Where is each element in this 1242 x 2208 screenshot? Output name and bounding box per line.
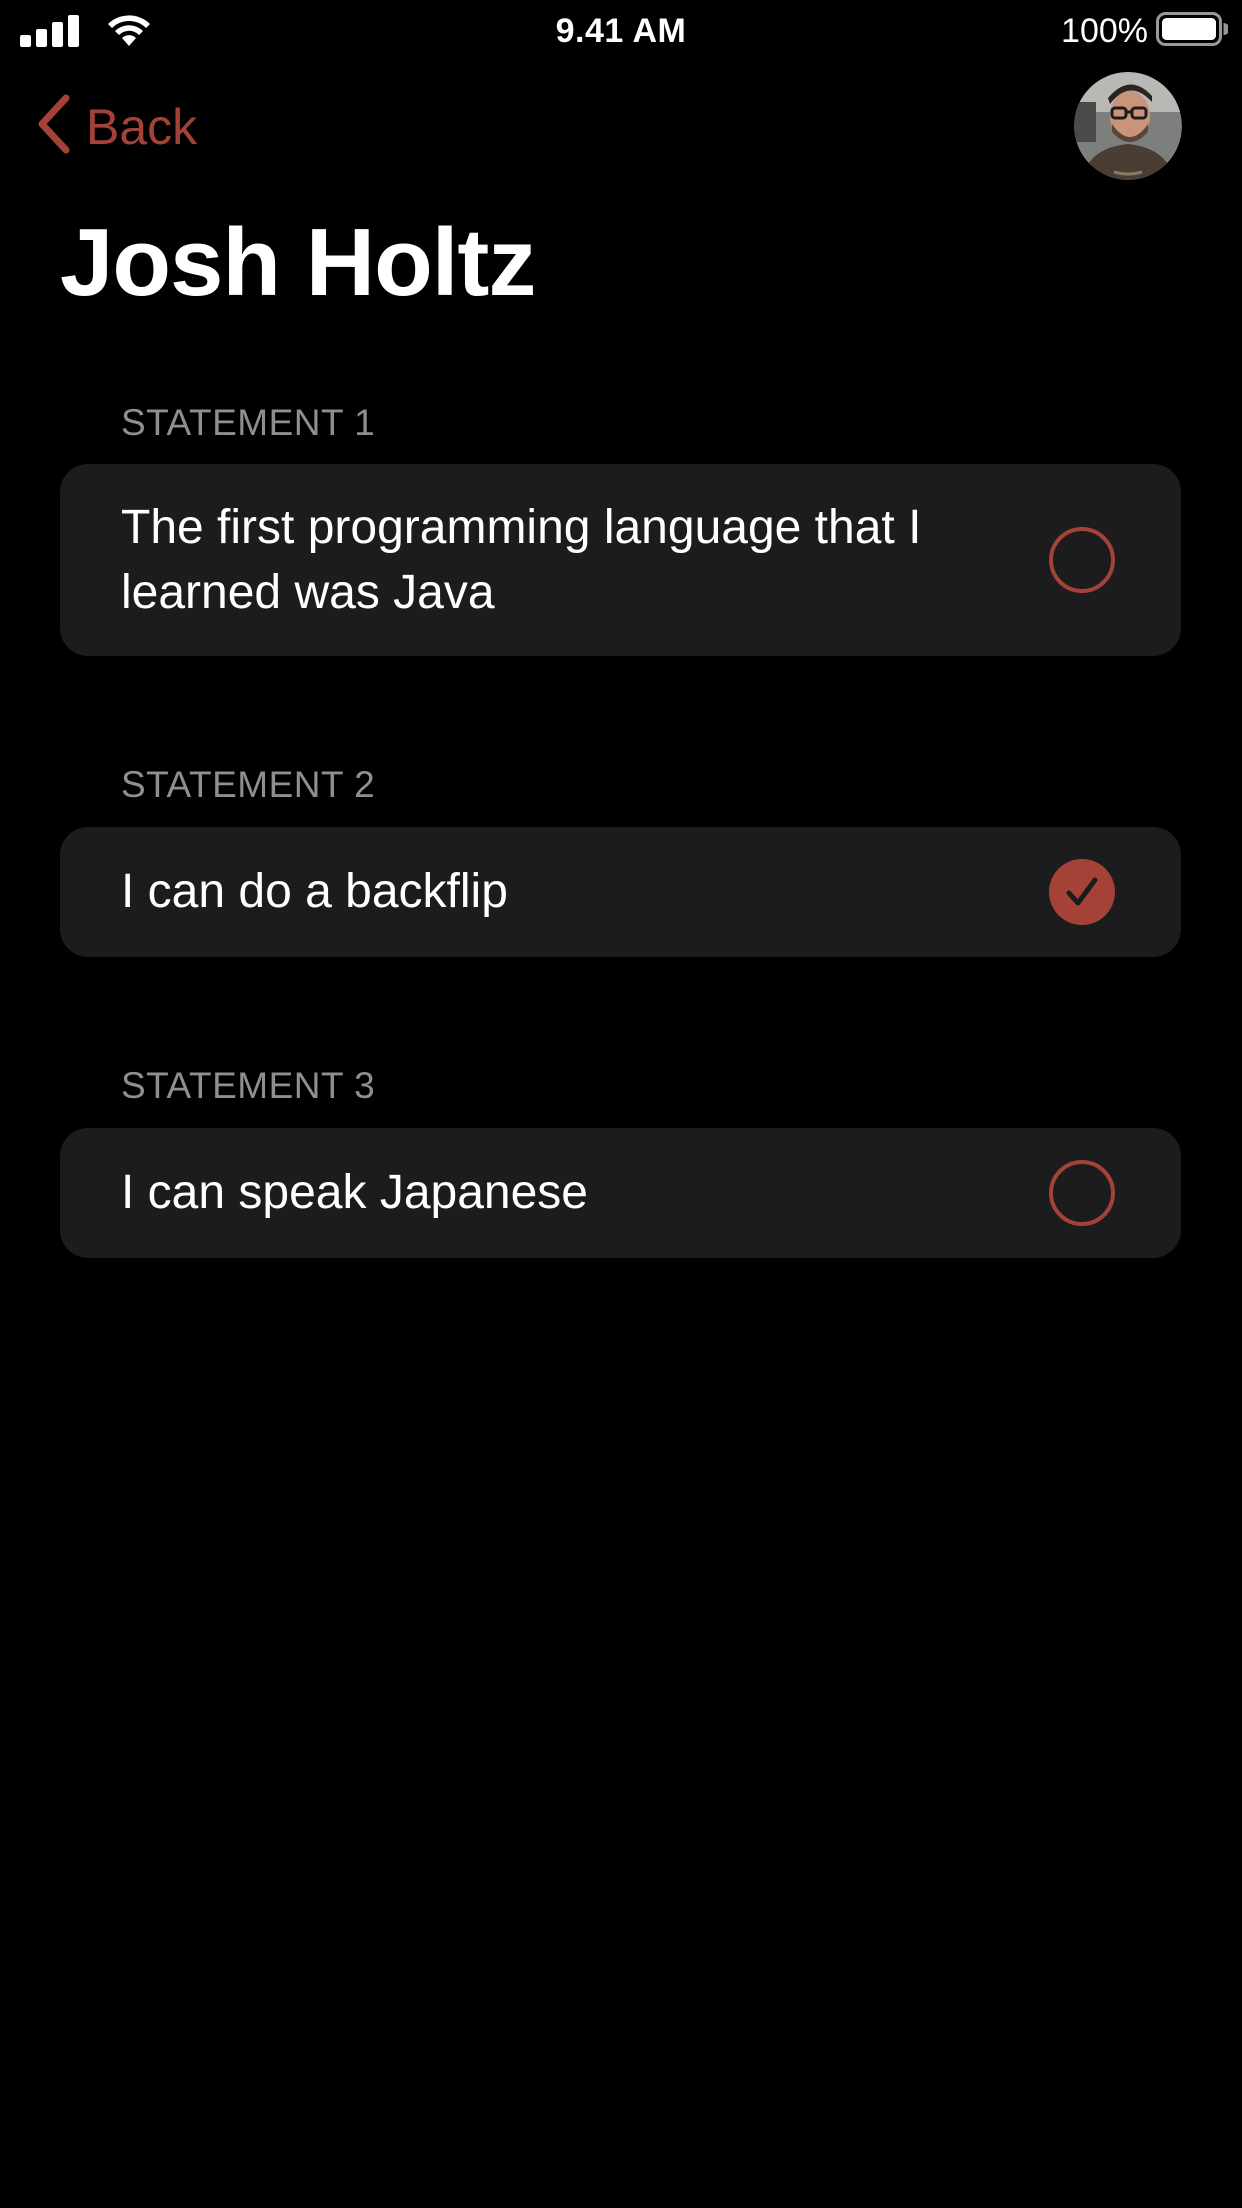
avatar[interactable] [1074,72,1182,180]
statement-2-card[interactable]: I can do a backflip [60,827,1181,957]
page-title: Josh Holtz [60,209,536,316]
statement-1-card[interactable]: The first programming language that I le… [60,464,1181,656]
navigation-bar: Back [0,72,1242,180]
status-time: 9.41 AM [555,12,687,50]
statement-3-card[interactable]: I can speak Japanese [60,1128,1181,1258]
statement-3-header: STATEMENT 3 [121,1065,376,1106]
back-label: Back [86,98,198,155]
statement-2-radio[interactable] [1049,859,1115,925]
statement-2-text: I can do a backflip [121,865,508,918]
battery-icon [1156,12,1230,51]
status-right: 100% [1061,12,1230,51]
statement-1-header: STATEMENT 1 [121,402,376,443]
checkmark-icon [1049,859,1115,925]
back-button[interactable]: Back [36,94,197,159]
statement-1-radio[interactable] [1049,527,1115,593]
status-bar: 9.41 AM 100% [0,0,1242,60]
battery-percentage: 100% [1061,12,1148,50]
statement-2-header: STATEMENT 2 [121,764,376,805]
chevron-left-icon [36,94,72,159]
statement-3-radio[interactable] [1049,1160,1115,1226]
statement-3-text: I can speak Japanese [121,1166,588,1219]
statement-1-text: The first programming language that I le… [121,501,922,619]
